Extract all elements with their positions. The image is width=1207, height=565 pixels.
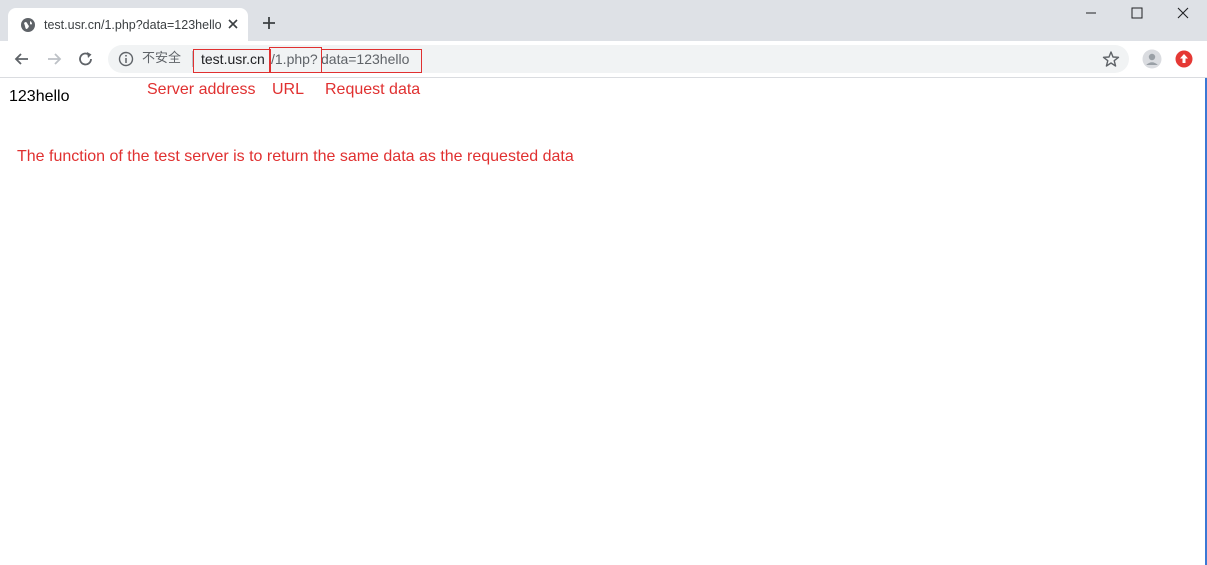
server-address-highlight — [193, 49, 271, 73]
response-body: 123hello — [9, 88, 70, 105]
globe-icon — [21, 18, 35, 32]
toolbar: 不安全 test.usr.cn /1.php? data=123hello — [0, 41, 1207, 78]
minimize-icon[interactable] — [1076, 4, 1106, 22]
close-icon[interactable] — [225, 16, 241, 32]
maximize-icon[interactable] — [1122, 4, 1152, 22]
browser-tab[interactable]: test.usr.cn/1.php?data=123hello — [8, 8, 248, 41]
close-window-icon[interactable] — [1168, 4, 1198, 22]
request-data-annotation: Request data — [325, 81, 421, 98]
server-address-annotation: Server address — [147, 81, 256, 98]
plus-icon[interactable] — [260, 14, 278, 32]
request-data-highlight — [321, 49, 422, 73]
extension-icon[interactable] — [1175, 50, 1193, 68]
tab-title: test.usr.cn/1.php?data=123hello — [44, 18, 222, 32]
star-icon[interactable] — [1102, 50, 1120, 68]
url-highlight — [269, 47, 322, 73]
url-annotation: URL — [272, 81, 305, 98]
profile-icon[interactable] — [1142, 49, 1162, 69]
back-arrow-icon[interactable] — [12, 50, 32, 68]
info-icon[interactable] — [118, 51, 134, 67]
server-function-note: The function of the test server is to re… — [17, 148, 574, 165]
forward-arrow-icon[interactable] — [44, 50, 64, 68]
tab-strip: test.usr.cn/1.php?data=123hello — [0, 0, 1207, 41]
reload-icon[interactable] — [76, 50, 96, 68]
security-label[interactable]: 不安全 — [142, 51, 181, 67]
